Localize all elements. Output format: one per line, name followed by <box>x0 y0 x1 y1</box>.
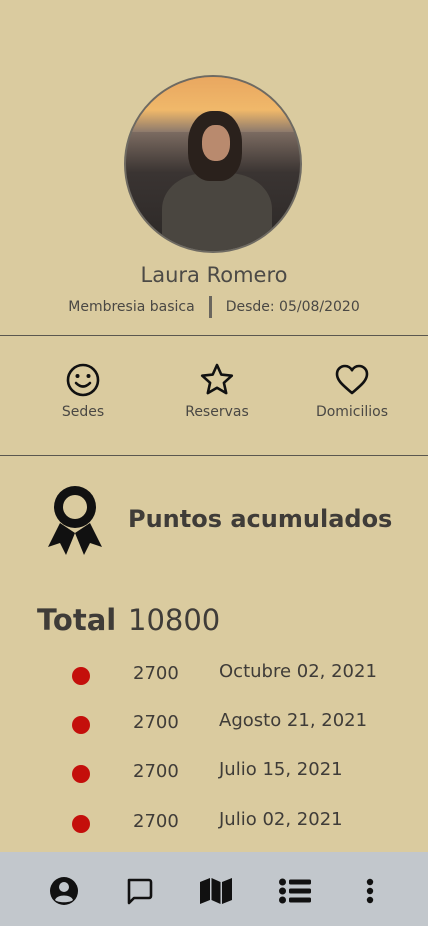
profile-avatar[interactable] <box>124 75 302 253</box>
chat-icon <box>127 878 153 905</box>
status-dot <box>72 667 90 685</box>
points-entry: 2700 Octubre 02, 2021 <box>0 660 428 690</box>
total-label: Total <box>37 603 117 637</box>
nav-map[interactable] <box>199 874 233 908</box>
entry-points: 2700 <box>133 712 179 733</box>
entry-points: 2700 <box>133 811 179 832</box>
avatar-photo-jacket <box>162 173 272 251</box>
status-dot <box>72 716 90 734</box>
action-domicilios[interactable]: Domicilios <box>297 362 407 420</box>
points-entry: 2700 Agosto 21, 2021 <box>0 709 428 739</box>
map-icon <box>200 878 232 904</box>
entry-date: Agosto 21, 2021 <box>219 710 368 731</box>
entry-date: Julio 15, 2021 <box>219 759 343 780</box>
more-vertical-icon <box>366 878 374 904</box>
entry-points: 2700 <box>133 663 179 684</box>
smiley-icon <box>66 363 100 397</box>
status-dot <box>72 765 90 783</box>
total-value: 10800 <box>128 603 221 637</box>
points-entry: 2700 Julio 02, 2021 <box>0 808 428 838</box>
nav-list[interactable] <box>278 874 312 908</box>
user-circle-icon <box>50 877 78 905</box>
membership-info: Membresia basica Desde: 05/08/2020 <box>0 296 428 318</box>
action-label: Sedes <box>61 404 105 420</box>
nav-more[interactable] <box>353 874 387 908</box>
action-reservas[interactable]: Reservas <box>162 362 272 420</box>
heart-icon <box>335 364 369 395</box>
nav-profile[interactable] <box>47 874 81 908</box>
action-label: Domicilios <box>315 404 389 420</box>
entry-date: Julio 02, 2021 <box>219 809 343 830</box>
profile-name: Laura Romero <box>140 263 288 287</box>
list-icon <box>279 878 311 904</box>
entry-points: 2700 <box>133 761 179 782</box>
membership-since: Desde: 05/08/2020 <box>225 299 360 315</box>
entry-date: Octubre 02, 2021 <box>219 661 377 682</box>
points-title: Puntos acumulados <box>128 505 393 533</box>
star-icon <box>200 363 234 395</box>
award-ribbon-icon <box>44 485 106 561</box>
avatar-photo-face <box>202 125 230 161</box>
action-sedes[interactable]: Sedes <box>28 362 138 420</box>
membership-type: Membresia basica <box>68 299 195 315</box>
points-entry: 2700 Julio 15, 2021 <box>0 758 428 788</box>
divider-bottom <box>0 455 428 456</box>
bottom-nav <box>0 852 428 926</box>
nav-messages[interactable] <box>122 874 156 908</box>
divider-top <box>0 335 428 336</box>
membership-divider <box>208 296 212 318</box>
status-dot <box>72 815 90 833</box>
action-label: Reservas <box>185 404 249 420</box>
